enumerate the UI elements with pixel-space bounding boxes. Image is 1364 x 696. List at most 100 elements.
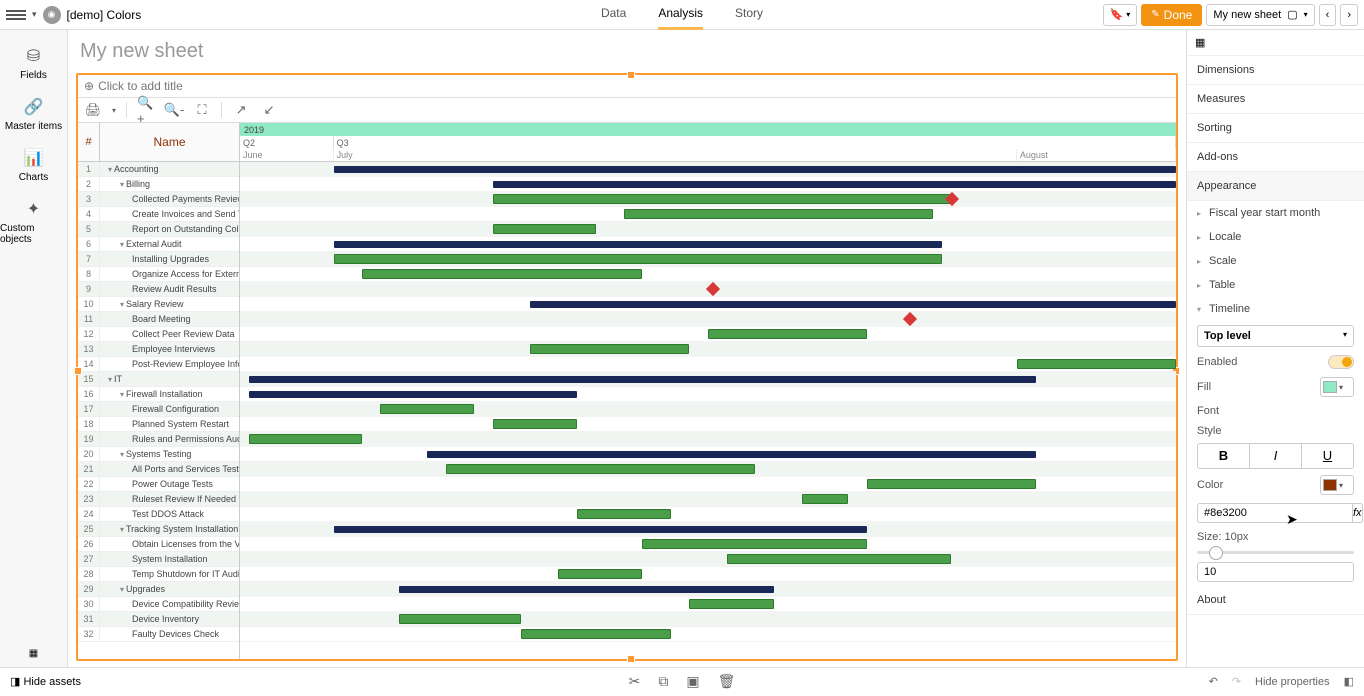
gantt-bar[interactable] — [249, 376, 1035, 383]
appearance-sub-table[interactable]: ▸Table — [1187, 273, 1364, 297]
appearance-sub-timeline[interactable]: ▾Timeline — [1187, 297, 1364, 321]
sheet-selector[interactable]: My new sheet ▢ ▾ — [1206, 4, 1314, 26]
gantt-bar[interactable] — [446, 464, 755, 474]
table-row[interactable]: 1▾Accounting — [78, 162, 239, 177]
sheet-title[interactable]: My new sheet — [76, 30, 1178, 73]
copy-icon[interactable]: ⧉ — [658, 673, 668, 690]
table-row[interactable]: 9Review Audit Results — [78, 282, 239, 297]
hide-properties-icon[interactable]: ◧ — [1344, 675, 1354, 688]
gantt-bar[interactable] — [399, 586, 773, 593]
table-row[interactable]: 25▾Tracking System Installation — [78, 522, 239, 537]
gantt-bar[interactable] — [427, 451, 1035, 458]
rail-fields[interactable]: ⛁Fields — [0, 38, 67, 89]
appearance-sub-scale[interactable]: ▸Scale — [1187, 249, 1364, 273]
table-row[interactable]: 8Organize Access for External — [78, 267, 239, 282]
table-row[interactable]: 31Device Inventory — [78, 612, 239, 627]
table-row[interactable]: 28Temp Shutdown for IT Audit — [78, 567, 239, 582]
table-row[interactable]: 11Board Meeting — [78, 312, 239, 327]
rail-custom-objects[interactable]: ✦Custom objects — [0, 191, 67, 253]
table-row[interactable]: 2▾Billing — [78, 177, 239, 192]
prop-section-appearance[interactable]: Appearance — [1187, 172, 1364, 201]
enabled-toggle[interactable] — [1328, 355, 1354, 369]
tab-analysis[interactable]: Analysis — [658, 0, 703, 30]
color-hex-input[interactable] — [1197, 503, 1353, 523]
gantt-bar[interactable] — [493, 419, 577, 429]
undo-icon[interactable]: ↶ — [1209, 675, 1218, 688]
table-row[interactable]: 19Rules and Permissions Audit — [78, 432, 239, 447]
gantt-bar[interactable] — [624, 209, 933, 219]
table-row[interactable]: 14Post-Review Employee Info — [78, 357, 239, 372]
tab-story[interactable]: Story — [735, 0, 763, 30]
table-row[interactable]: 27System Installation — [78, 552, 239, 567]
prop-section-dimensions[interactable]: Dimensions — [1187, 56, 1364, 85]
gantt-bar[interactable] — [249, 391, 577, 398]
table-row[interactable]: 23Ruleset Review If Needed — [78, 492, 239, 507]
appearance-sub-locale[interactable]: ▸Locale — [1187, 225, 1364, 249]
rail-charts[interactable]: 📊Charts — [0, 140, 67, 191]
about-section[interactable]: About — [1187, 586, 1364, 615]
italic-button[interactable]: I — [1250, 444, 1302, 468]
appearance-sub-fiscal-year-start-month[interactable]: ▸Fiscal year start month — [1187, 201, 1364, 225]
table-row[interactable]: 21All Ports and Services Test — [78, 462, 239, 477]
redo-icon[interactable]: ↷ — [1232, 675, 1241, 688]
table-icon[interactable]: ▦ — [1187, 30, 1364, 56]
gantt-bar[interactable] — [334, 254, 942, 264]
color-dropdown[interactable]: ▾ — [1320, 475, 1354, 495]
gantt-bar[interactable] — [334, 526, 868, 533]
milestone-icon[interactable] — [902, 312, 916, 326]
bold-button[interactable]: B — [1198, 444, 1250, 468]
prop-section-measures[interactable]: Measures — [1187, 85, 1364, 114]
table-row[interactable]: 26Obtain Licenses from the Vendor — [78, 537, 239, 552]
gantt-bar[interactable] — [727, 554, 952, 564]
table-row[interactable]: 16▾Firewall Installation — [78, 387, 239, 402]
underline-button[interactable]: U — [1302, 444, 1353, 468]
next-sheet-button[interactable]: › — [1340, 4, 1358, 26]
tab-data[interactable]: Data — [601, 0, 626, 30]
table-row[interactable]: 10▾Salary Review — [78, 297, 239, 312]
zoom-out-icon[interactable]: 🔍- — [165, 101, 183, 119]
gantt-bar[interactable] — [708, 329, 867, 339]
cut-icon[interactable]: ✂ — [629, 673, 641, 690]
table-row[interactable]: 32Faulty Devices Check — [78, 627, 239, 642]
gantt-bar[interactable] — [493, 181, 1176, 188]
size-slider[interactable] — [1197, 551, 1354, 554]
rail-bottom-icon[interactable]: ▦ — [21, 640, 46, 667]
delete-icon[interactable]: 🗑 — [718, 673, 736, 690]
col-hash[interactable]: # — [78, 123, 100, 161]
gantt-bar[interactable] — [642, 539, 867, 549]
prop-section-add-ons[interactable]: Add-ons — [1187, 143, 1364, 172]
size-input[interactable] — [1197, 562, 1354, 582]
table-row[interactable]: 12Collect Peer Review Data — [78, 327, 239, 342]
paste-icon[interactable]: ▣ — [686, 673, 699, 690]
prop-section-sorting[interactable]: Sorting — [1187, 114, 1364, 143]
table-row[interactable]: 3Collected Payments Review — [78, 192, 239, 207]
fx-button[interactable]: fx — [1353, 503, 1363, 523]
table-row[interactable]: 29▾Upgrades — [78, 582, 239, 597]
gantt-bar[interactable] — [521, 629, 671, 639]
table-row[interactable]: 4Create Invoices and Send Them — [78, 207, 239, 222]
table-row[interactable]: 15▾IT — [78, 372, 239, 387]
gantt-bar[interactable] — [334, 241, 942, 248]
table-row[interactable]: 22Power Outage Tests — [78, 477, 239, 492]
prev-sheet-button[interactable]: ‹ — [1319, 4, 1337, 26]
hamburger-menu[interactable] — [6, 5, 26, 25]
table-row[interactable]: 18Planned System Restart — [78, 417, 239, 432]
gantt-bar[interactable] — [493, 224, 596, 234]
gantt-bar[interactable] — [577, 509, 671, 519]
gantt-bar[interactable] — [802, 494, 849, 504]
table-row[interactable]: 24Test DDOS Attack — [78, 507, 239, 522]
bookmark-button[interactable]: 🔖 ▾ — [1103, 4, 1138, 26]
hide-assets-button[interactable]: Hide assets — [23, 676, 80, 688]
level-dropdown[interactable]: Top level▾ — [1197, 325, 1354, 347]
gantt-bar[interactable] — [493, 194, 952, 204]
rail-master-items[interactable]: 🔗Master items — [0, 89, 67, 140]
table-row[interactable]: 5Report on Outstanding Coll — [78, 222, 239, 237]
hide-assets-icon[interactable]: ◨ — [10, 675, 20, 688]
gantt-bar[interactable] — [530, 301, 1176, 308]
gantt-bar[interactable] — [689, 599, 773, 609]
gantt-bar[interactable] — [380, 404, 474, 414]
gantt-bar[interactable] — [867, 479, 1035, 489]
fit-icon[interactable]: ⛶ — [193, 101, 211, 119]
done-button[interactable]: ✎Done — [1141, 4, 1202, 26]
expand-icon[interactable]: ↗ — [232, 101, 250, 119]
